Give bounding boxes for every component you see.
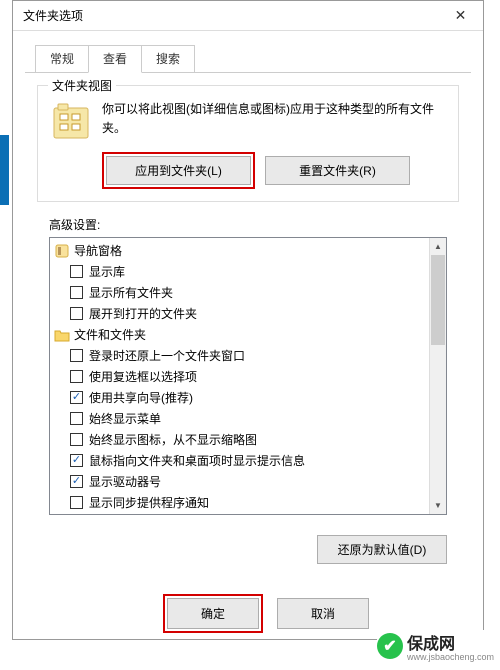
checkbox-icon[interactable] [70,496,83,509]
tree-item-label: 使用共享向导(推荐) [89,389,193,406]
left-edge-decoration [0,135,9,205]
tab-panel-view: 文件夹视图 你可以将此视图(如详细信息或图标)应用于这种类型的所有文件夹。 应用… [25,72,471,564]
advanced-settings-label: 高级设置: [49,216,447,233]
tree-checkbox-item[interactable]: 显示库 [50,261,429,282]
folder-views-group: 文件夹视图 你可以将此视图(如详细信息或图标)应用于这种类型的所有文件夹。 应用… [37,85,459,202]
tab-general[interactable]: 常规 [35,45,89,72]
tree-checkbox-item[interactable]: ✓ 显示驱动器号 [50,471,429,492]
watermark-url: www.jsbaocheng.com [407,652,494,662]
tree-checkbox-item[interactable]: 显示同步提供程序通知 [50,492,429,513]
reset-folders-button[interactable]: 重置文件夹(R) [265,156,410,185]
folder-views-group-label: 文件夹视图 [48,77,116,94]
tab-row: 常规 查看 搜索 [35,45,483,72]
dialog-footer: 确定 取消 [13,598,483,629]
scrollbar[interactable]: ▲ ▼ [429,238,446,514]
checkbox-icon[interactable] [70,307,83,320]
tree-item-label: 始终显示图标，从不显示缩略图 [89,431,257,448]
apply-to-folders-button[interactable]: 应用到文件夹(L) [106,156,251,185]
advanced-settings-tree[interactable]: 导航窗格显示库显示所有文件夹展开到打开的文件夹文件和文件夹登录时还原上一个文件夹… [50,238,429,514]
tab-view[interactable]: 查看 [88,45,142,73]
navigation-pane-icon [54,243,70,259]
scroll-thumb[interactable] [431,255,445,345]
checkbox-icon[interactable] [70,370,83,383]
advanced-settings-list: 导航窗格显示库显示所有文件夹展开到打开的文件夹文件和文件夹登录时还原上一个文件夹… [49,237,447,515]
tree-checkbox-item[interactable]: 登录时还原上一个文件夹窗口 [50,345,429,366]
tree-group: 导航窗格 [50,240,429,261]
window-title: 文件夹选项 [23,7,83,24]
folder-views-icon [50,102,92,144]
tree-item-label: 显示驱动器号 [89,473,161,490]
checkbox-icon[interactable] [70,286,83,299]
tree-item-label: 显示所有文件夹 [89,284,173,301]
folder-icon [54,327,70,343]
tree-item-label: 使用复选框以选择项 [89,368,197,385]
scroll-up-button[interactable]: ▲ [430,238,446,255]
tree-item-label: 显示同步提供程序通知 [89,494,209,511]
scroll-down-button[interactable]: ▼ [430,497,446,514]
tree-item-label: 鼠标指向文件夹和桌面项时显示提示信息 [89,452,305,469]
tree-item-label: 导航窗格 [74,242,122,259]
tree-checkbox-item[interactable]: 始终显示菜单 [50,408,429,429]
tree-item-label: 显示库 [89,263,125,280]
checkbox-icon[interactable] [70,265,83,278]
close-icon: ✕ [455,7,467,24]
titlebar: 文件夹选项 ✕ [13,1,483,31]
tree-item-label: 登录时还原上一个文件夹窗口 [89,347,245,364]
tree-item-label: 展开到打开的文件夹 [89,305,197,322]
tree-item-label: 始终显示菜单 [89,410,161,427]
checkbox-icon[interactable] [70,433,83,446]
checkbox-icon[interactable]: ✓ [70,391,83,404]
tree-checkbox-item[interactable]: 始终显示图标，从不显示缩略图 [50,429,429,450]
restore-defaults-button[interactable]: 还原为默认值(D) [317,535,447,564]
tree-checkbox-item[interactable]: ✓ 鼠标指向文件夹和桌面项时显示提示信息 [50,450,429,471]
watermark-badge-icon: ✔ [377,633,403,659]
checkbox-icon[interactable]: ✓ [70,475,83,488]
tree-checkbox-item[interactable]: ✓ 使用共享向导(推荐) [50,387,429,408]
folder-options-dialog: 文件夹选项 ✕ 常规 查看 搜索 文件夹视图 [12,0,484,640]
watermark-name: 保成网 [407,630,494,654]
checkbox-icon[interactable] [70,349,83,362]
tree-group: 文件和文件夹 [50,324,429,345]
watermark: ✔ 保成网 www.jsbaocheng.com [377,630,494,662]
cancel-button[interactable]: 取消 [277,598,369,629]
tree-item-label: 文件和文件夹 [74,326,146,343]
tree-checkbox-item[interactable]: 使用复选框以选择项 [50,366,429,387]
ok-button[interactable]: 确定 [167,598,259,629]
close-button[interactable]: ✕ [438,1,483,30]
tab-search[interactable]: 搜索 [141,45,195,72]
checkbox-icon[interactable] [70,412,83,425]
tree-checkbox-item[interactable]: 显示所有文件夹 [50,282,429,303]
checkbox-icon[interactable]: ✓ [70,454,83,467]
folder-views-description: 你可以将此视图(如详细信息或图标)应用于这种类型的所有文件夹。 [102,100,446,144]
tree-checkbox-item[interactable]: 展开到打开的文件夹 [50,303,429,324]
